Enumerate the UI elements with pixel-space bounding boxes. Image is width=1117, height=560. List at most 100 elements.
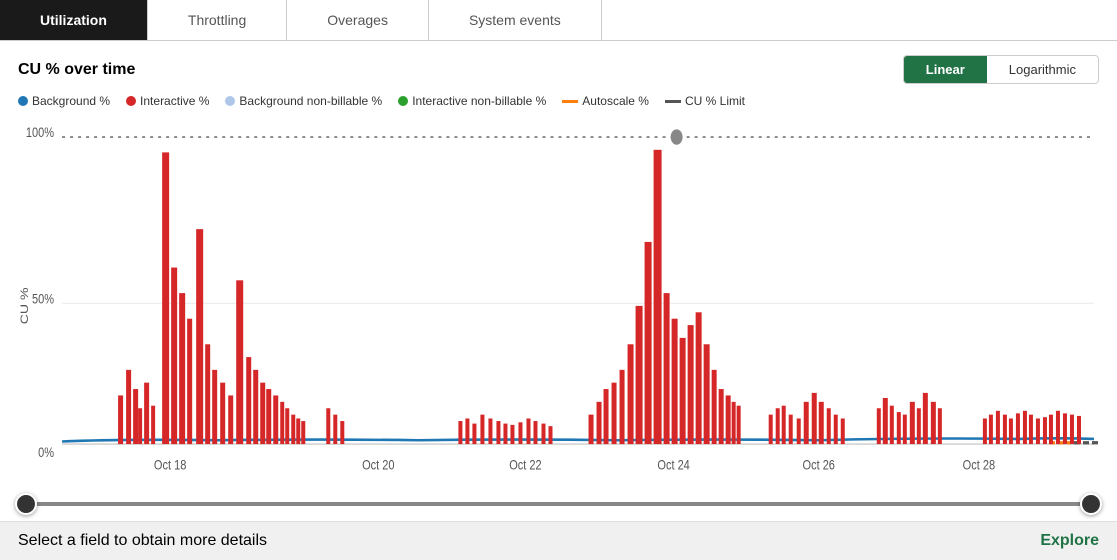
bar <box>480 415 484 444</box>
bar <box>151 406 155 444</box>
bar <box>246 357 251 444</box>
bar <box>510 425 514 444</box>
bar <box>672 319 678 444</box>
bar <box>548 426 552 444</box>
x-label-oct24: Oct 24 <box>657 457 689 473</box>
bar <box>253 370 258 444</box>
bar <box>680 338 686 444</box>
bar <box>696 312 702 444</box>
bar <box>458 421 462 444</box>
autoscale-label: Autoscale % <box>582 94 649 108</box>
bar <box>503 424 507 444</box>
bar <box>496 421 500 444</box>
bar <box>732 402 736 444</box>
bar <box>138 408 142 444</box>
x-label-oct18: Oct 18 <box>154 457 186 473</box>
bar <box>776 408 780 444</box>
bar <box>333 415 337 444</box>
tab-system-events[interactable]: System events <box>429 0 602 40</box>
y-label-50: 50% <box>32 291 54 307</box>
bar <box>923 393 928 444</box>
bar <box>273 395 278 444</box>
tab-overages[interactable]: Overages <box>287 0 429 40</box>
bar <box>465 418 469 444</box>
autoscale-dash <box>562 100 578 103</box>
bar <box>1056 411 1060 444</box>
bar <box>187 319 192 444</box>
bar <box>612 383 617 444</box>
bar <box>1016 413 1020 444</box>
bar <box>604 389 609 444</box>
bar <box>769 415 773 444</box>
legend-background-pct: Background % <box>18 94 110 108</box>
bar <box>1003 415 1007 444</box>
bar <box>291 415 295 444</box>
bar <box>171 268 177 445</box>
background-pct-label: Background % <box>32 94 110 108</box>
bar <box>645 242 652 444</box>
bar <box>1009 418 1013 444</box>
explore-button[interactable]: Explore <box>1040 532 1099 550</box>
bar <box>126 370 131 444</box>
tab-bar: Utilization Throttling Overages System e… <box>0 0 1117 41</box>
slider-fill <box>26 502 1091 506</box>
tab-throttling[interactable]: Throttling <box>148 0 287 40</box>
interactive-pct-dot <box>126 96 136 106</box>
bar <box>664 293 670 444</box>
tab-utilization[interactable]: Utilization <box>0 0 148 40</box>
bar <box>220 383 225 444</box>
slider-track[interactable] <box>26 502 1091 506</box>
bar <box>212 370 217 444</box>
linear-button[interactable]: Linear <box>904 56 987 83</box>
bar <box>1023 411 1027 444</box>
bar <box>541 424 545 444</box>
cu-limit-label: CU % Limit <box>685 94 745 108</box>
bar <box>910 402 915 444</box>
bar <box>205 344 210 444</box>
bar <box>620 370 625 444</box>
bar <box>996 411 1000 444</box>
main-container: Utilization Throttling Overages System e… <box>0 0 1117 560</box>
bar <box>938 408 942 444</box>
bar <box>280 402 284 444</box>
background-pct-dot <box>18 96 28 106</box>
chart-area: 100% 50% 0% CU % <box>18 114 1099 485</box>
interactive-non-billable-label: Interactive non-billable % <box>412 94 546 108</box>
bar <box>877 408 881 444</box>
x-label-oct28: Oct 28 <box>963 457 995 473</box>
main-content: CU % over time Linear Logarithmic Backgr… <box>0 41 1117 521</box>
bar <box>789 415 793 444</box>
y-label-0: 0% <box>38 445 54 461</box>
bar <box>472 424 476 444</box>
bar <box>266 389 271 444</box>
bar <box>1070 415 1074 444</box>
slider-thumb-right[interactable] <box>1080 493 1102 515</box>
bar <box>1063 413 1067 444</box>
bar <box>1029 415 1033 444</box>
bar <box>704 344 710 444</box>
bar <box>812 393 817 444</box>
bar <box>719 389 724 444</box>
logarithmic-button[interactable]: Logarithmic <box>987 56 1098 83</box>
y-axis-label: CU % <box>18 288 30 325</box>
x-label-oct22: Oct 22 <box>509 457 541 473</box>
bar <box>804 402 809 444</box>
bar <box>296 418 300 444</box>
bar <box>989 415 993 444</box>
bar <box>737 406 741 444</box>
slider-row <box>18 485 1099 521</box>
bar <box>118 395 123 444</box>
chart-svg: 100% 50% 0% CU % <box>18 114 1099 485</box>
legend-background-non-billable: Background non-billable % <box>225 94 382 108</box>
bar <box>144 383 149 444</box>
slider-thumb-left[interactable] <box>15 493 37 515</box>
bar <box>903 415 907 444</box>
bar-spike-oct18 <box>162 152 169 444</box>
bar <box>983 418 987 444</box>
legend-interactive-pct: Interactive % <box>126 94 209 108</box>
bar <box>890 406 894 444</box>
bar <box>931 402 936 444</box>
bar <box>488 418 492 444</box>
bar <box>228 395 233 444</box>
interactive-pct-label: Interactive % <box>140 94 209 108</box>
